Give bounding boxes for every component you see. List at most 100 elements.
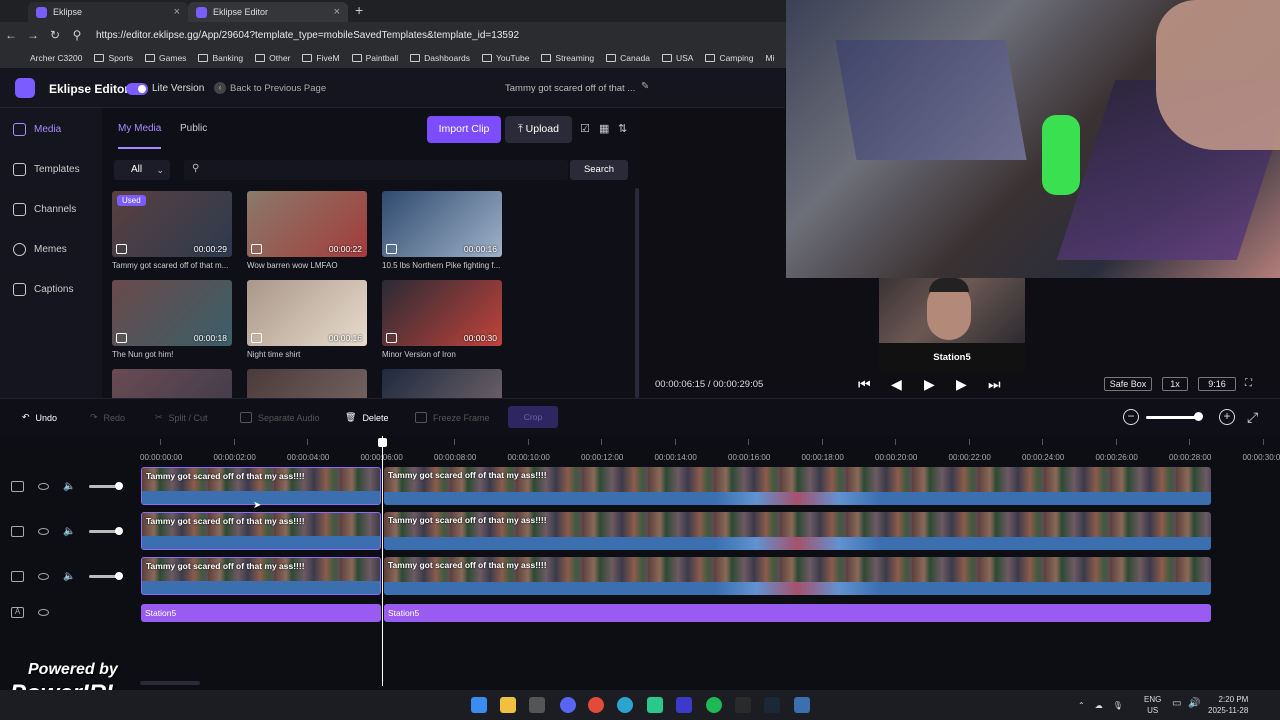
media-thumbnail[interactable]: 00:00:18 xyxy=(112,280,232,346)
freeze-frame-button[interactable]: Freeze Frame xyxy=(415,412,490,423)
eye-icon[interactable] xyxy=(38,608,49,616)
discord-icon[interactable] xyxy=(560,697,576,713)
app-icon[interactable] xyxy=(647,697,663,713)
play-icon[interactable]: ▶ xyxy=(924,376,935,393)
grid-view-icon[interactable]: ▦ xyxy=(599,122,609,135)
media-card[interactable]: 00:00:30 Minor Version of Iron xyxy=(382,280,502,359)
timeline-ruler[interactable]: 00:00:00:00 00:00:02:00 00:00:04:00 00:00:0… xyxy=(140,439,1280,463)
media-card[interactable]: 00:00:22 Wow barren wow LMFAO xyxy=(247,191,367,270)
network-icon[interactable]: ▭ xyxy=(1172,698,1181,709)
media-card[interactable] xyxy=(247,369,367,398)
bookmark-folder[interactable]: Canada xyxy=(606,53,650,63)
store-icon[interactable] xyxy=(529,697,545,713)
delete-button[interactable]: 🗑 Delete xyxy=(345,412,388,423)
close-tab-icon[interactable]: × xyxy=(174,6,180,18)
skip-end-icon[interactable]: ⏭ xyxy=(988,376,1001,393)
chrome-icon[interactable] xyxy=(588,697,604,713)
media-thumbnail[interactable]: 00:00:30 xyxy=(382,280,502,346)
media-search-input[interactable]: ⚲ xyxy=(184,160,568,180)
speaker-icon[interactable]: 🔈 xyxy=(63,571,75,582)
bookmark-folder[interactable]: Banking xyxy=(198,53,243,63)
sidebar-item-media[interactable]: Media xyxy=(13,123,61,136)
video-clip[interactable]: Tammy got scared off of that my ass!!!! xyxy=(141,512,381,550)
media-card[interactable] xyxy=(382,369,502,398)
lite-version-toggle[interactable] xyxy=(126,83,148,95)
select-checkbox-icon[interactable]: ☑ xyxy=(580,122,590,135)
system-clock[interactable]: 2:20 PM 2025-11-28 xyxy=(1208,694,1248,716)
back-icon[interactable]: ‹ xyxy=(214,82,226,94)
video-clip[interactable]: Tammy got scared off of that my ass!!!! xyxy=(384,557,1211,595)
bookmark-folder[interactable]: Camping xyxy=(705,53,753,63)
steam-icon[interactable] xyxy=(764,697,780,713)
split-cut-button[interactable]: ✂ Split / Cut xyxy=(155,412,208,423)
cloud-icon[interactable]: ☁ xyxy=(1095,701,1103,710)
media-card[interactable]: 00:00:18 The Nun got him! xyxy=(112,280,232,359)
forward-arrow-icon[interactable]: → xyxy=(22,28,44,42)
spotify-icon[interactable] xyxy=(706,697,722,713)
sidebar-item-channels[interactable]: Channels xyxy=(13,203,76,216)
sidebar-item-templates[interactable]: Templates xyxy=(13,163,80,176)
media-thumbnail[interactable]: 00:00:16 xyxy=(247,280,367,346)
redo-button[interactable]: ↷ Redo xyxy=(90,412,125,423)
bookmark-folder[interactable]: Sports xyxy=(94,53,133,63)
undo-button[interactable]: ↶ Undo xyxy=(22,412,57,423)
track-volume-slider[interactable] xyxy=(89,526,124,535)
media-thumbnail[interactable] xyxy=(382,369,502,398)
browser-tab-eklipse[interactable]: Eklipse × xyxy=(28,2,188,22)
app-icon[interactable] xyxy=(794,697,810,713)
track-volume-slider[interactable] xyxy=(89,571,124,580)
zoom-in-icon[interactable]: + xyxy=(1219,409,1235,425)
track-volume-slider[interactable] xyxy=(89,481,124,490)
bookmark-folder[interactable]: Streaming xyxy=(541,53,594,63)
media-scrollbar[interactable] xyxy=(635,188,639,398)
sidebar-item-captions[interactable]: Captions xyxy=(13,283,73,296)
app-icon[interactable] xyxy=(676,697,692,713)
volume-icon[interactable]: 🔊 xyxy=(1188,698,1200,709)
browser-tab-eklipse-editor[interactable]: Eklipse Editor × xyxy=(188,2,348,22)
step-back-icon[interactable]: ◀ xyxy=(891,376,902,393)
media-card[interactable] xyxy=(112,369,232,398)
back-to-previous-link[interactable]: Back to Previous Page xyxy=(230,83,326,94)
reload-icon[interactable]: ↻ xyxy=(44,28,66,42)
aspect-ratio-button[interactable]: 9:16 xyxy=(1198,377,1236,391)
fit-timeline-icon[interactable]: ⤢ xyxy=(1247,409,1258,426)
media-filter-select[interactable]: All ⌄ xyxy=(114,160,170,180)
safe-box-button[interactable]: Safe Box xyxy=(1104,377,1152,391)
speed-button[interactable]: 1x xyxy=(1162,377,1188,391)
url-field[interactable]: https://editor.eklipse.gg/App/29604?temp… xyxy=(96,30,519,41)
file-explorer-icon[interactable] xyxy=(500,697,516,713)
bookmark-item[interactable]: Archer C3200 xyxy=(30,53,82,63)
media-thumbnail[interactable]: 00:00:16 xyxy=(382,191,502,257)
sidebar-item-memes[interactable]: Memes xyxy=(13,243,67,256)
edge-icon[interactable] xyxy=(617,697,633,713)
media-card[interactable]: Used 00:00:29 Tammy got scared off of that… xyxy=(112,191,232,270)
chevron-up-icon[interactable]: ⌃ xyxy=(1078,701,1085,710)
clip-title[interactable]: Tammy got scared off of that ... xyxy=(505,83,635,94)
site-info-icon[interactable]: ⚲ xyxy=(66,28,88,42)
language-indicator[interactable]: ENG US xyxy=(1144,694,1161,716)
video-clip[interactable]: Tammy got scared off of that my ass!!!! xyxy=(384,467,1211,505)
tab-public[interactable]: Public xyxy=(180,123,207,134)
eye-icon[interactable] xyxy=(38,572,49,580)
bookmark-folder[interactable]: YouTube xyxy=(482,53,529,63)
import-clip-button[interactable]: Import Clip xyxy=(427,116,501,143)
media-card[interactable]: 00:00:16 Night time shirt xyxy=(247,280,367,359)
zoom-out-icon[interactable]: − xyxy=(1123,409,1139,425)
video-clip[interactable]: Tammy got scared off of that my ass!!!! xyxy=(141,557,381,595)
step-forward-icon[interactable]: ▶ xyxy=(956,376,967,393)
playhead[interactable] xyxy=(378,436,387,686)
bookmark-folder[interactable]: Paintball xyxy=(351,53,398,63)
tab-my-media[interactable]: My Media xyxy=(118,123,162,149)
media-thumbnail[interactable]: 00:00:22 xyxy=(247,191,367,257)
sort-icon[interactable]: ⇅ xyxy=(618,122,627,135)
bookmark-folder[interactable]: USA xyxy=(661,53,693,63)
crop-button[interactable]: Crop xyxy=(508,406,558,428)
close-tab-icon[interactable]: × xyxy=(334,6,340,18)
bookmark-folder[interactable]: FiveM xyxy=(302,53,340,63)
eye-icon[interactable] xyxy=(38,482,49,490)
upload-button[interactable]: ⤒ Upload xyxy=(505,116,572,143)
text-clip[interactable]: Station5 xyxy=(141,604,381,622)
station-caption[interactable]: Station5 xyxy=(879,343,1025,373)
bookmark-folder[interactable]: Dashboards xyxy=(410,53,470,63)
bookmark-folder[interactable]: Games xyxy=(145,53,186,63)
